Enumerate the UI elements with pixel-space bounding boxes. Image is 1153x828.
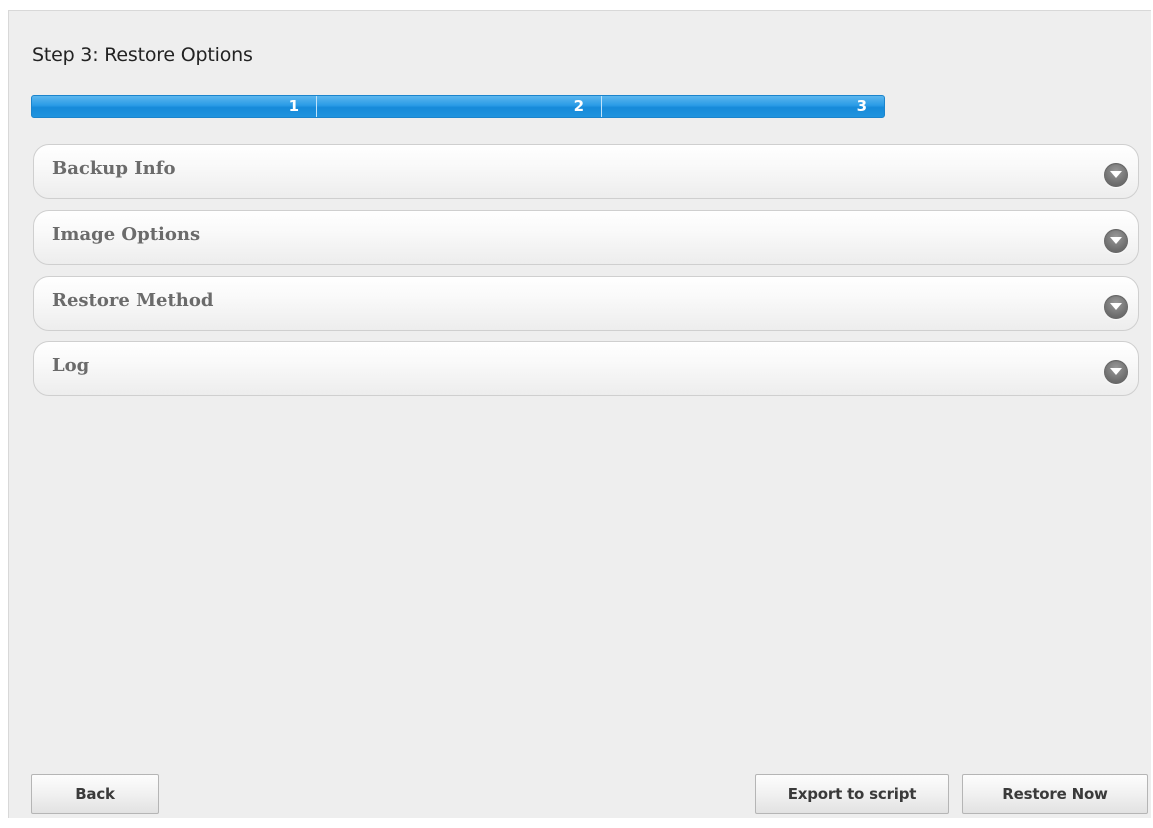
restore-now-button[interactable]: Restore Now bbox=[962, 774, 1148, 814]
progress-step-3: 3 bbox=[602, 96, 884, 117]
section-image-options[interactable]: Image Options bbox=[33, 210, 1139, 265]
section-label: Backup Info bbox=[52, 158, 176, 179]
progress-step-2: 2 bbox=[317, 96, 602, 117]
section-backup-info[interactable]: Backup Info bbox=[33, 144, 1139, 199]
export-to-script-button[interactable]: Export to script bbox=[755, 774, 949, 814]
section-log[interactable]: Log bbox=[33, 341, 1139, 396]
back-button[interactable]: Back bbox=[31, 774, 159, 814]
progress-step-number: 2 bbox=[573, 97, 584, 115]
page-title: Step 3: Restore Options bbox=[32, 44, 253, 66]
section-label: Log bbox=[52, 355, 90, 376]
expand-down-icon[interactable] bbox=[1104, 229, 1128, 253]
progress-step-1: 1 bbox=[32, 96, 317, 117]
progress-step-number: 3 bbox=[856, 97, 867, 115]
expand-down-icon[interactable] bbox=[1104, 295, 1128, 319]
wizard-panel: Step 3: Restore Options 1 2 3 Backup Inf… bbox=[8, 10, 1151, 818]
expand-down-icon[interactable] bbox=[1104, 163, 1128, 187]
section-restore-method[interactable]: Restore Method bbox=[33, 276, 1139, 331]
section-label: Restore Method bbox=[52, 290, 214, 311]
expand-down-icon[interactable] bbox=[1104, 360, 1128, 384]
step-progress-bar: 1 2 3 bbox=[31, 95, 885, 118]
section-label: Image Options bbox=[52, 224, 201, 245]
progress-step-number: 1 bbox=[288, 97, 299, 115]
